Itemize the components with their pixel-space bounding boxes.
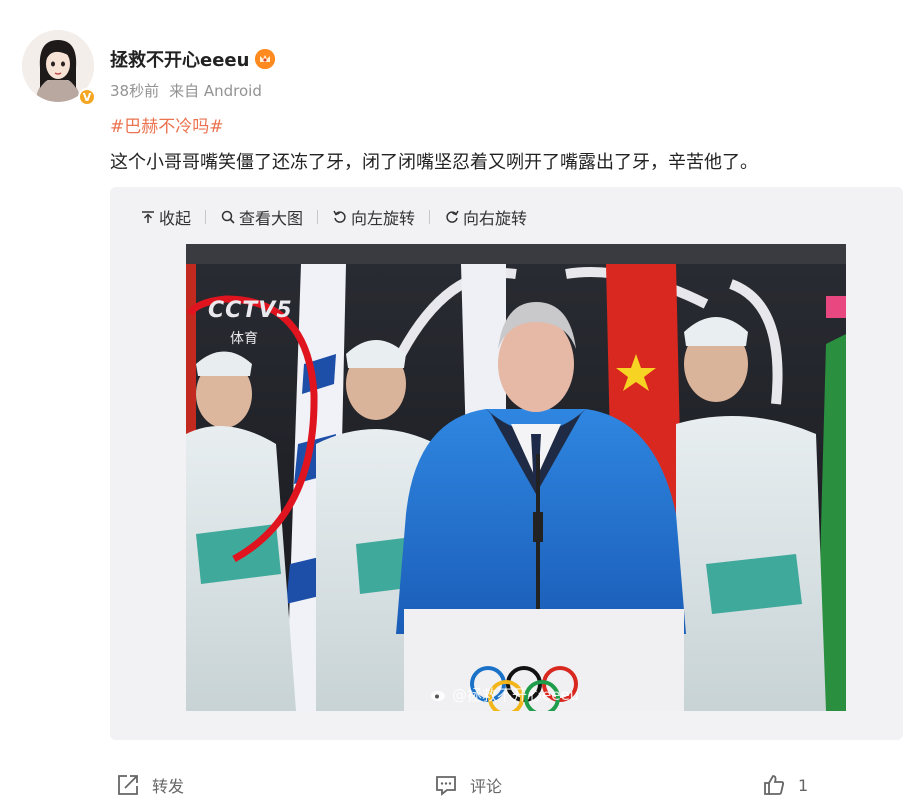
view-large-button[interactable]: 查看大图	[220, 205, 303, 229]
rotate-right-button[interactable]: 向右旋转	[444, 205, 527, 229]
collapse-icon	[142, 211, 154, 223]
weibo-logo-icon	[430, 688, 448, 702]
collapse-button[interactable]: 收起	[140, 205, 191, 229]
post-meta: 38秒前 来自 Android	[110, 80, 262, 101]
post-actions: 转发 评论 1	[0, 765, 903, 807]
crown-icon[interactable]	[255, 49, 276, 69]
channel-label: 体育	[230, 331, 258, 347]
post-source: 来自 Android	[169, 82, 262, 100]
toolbar-divider	[429, 210, 431, 224]
rotate-left-label: 向左旋转	[351, 209, 416, 228]
post-text: 这个小哥哥嘴笑僵了还冻了牙，闭了闭嘴坚忍着又咧开了嘴露出了牙，辛苦他了。	[110, 152, 758, 173]
like-button[interactable]: 1	[762, 773, 808, 797]
verified-badge-icon: V	[78, 88, 96, 106]
toolbar-divider	[317, 210, 319, 224]
comment-icon	[436, 776, 456, 796]
search-icon	[221, 210, 235, 224]
username[interactable]: 拯救不开心eeeu	[110, 46, 249, 72]
comment-button[interactable]: 评论	[434, 773, 502, 797]
rotate-right-icon	[446, 210, 459, 223]
hashtag-link[interactable]: #巴赫不冷吗#	[110, 112, 224, 137]
rotate-left-icon	[333, 210, 346, 223]
like-count: 1	[798, 775, 809, 795]
watermark-text: @拯救不开心eeeu	[452, 686, 580, 704]
repost-button[interactable]: 转发	[116, 773, 184, 797]
view-large-label: 查看大图	[239, 209, 304, 228]
repost-icon	[118, 775, 138, 795]
rotate-right-label: 向右旋转	[463, 209, 528, 228]
thumbs-up-icon	[764, 775, 785, 795]
repost-label: 转发	[152, 777, 185, 796]
image-toolbar: 收起 查看大图 向左旋转 向右旋转	[140, 205, 527, 229]
toolbar-divider	[205, 210, 207, 224]
username-row: 拯救不开心eeeu	[110, 46, 276, 72]
collapse-label: 收起	[159, 209, 192, 228]
comment-label: 评论	[470, 777, 503, 796]
photo-watermark: @拯救不开心eeeu	[430, 684, 579, 705]
post-photo[interactable]: CCTV5 体育 @拯救不开心eeeu	[186, 244, 846, 711]
rotate-left-button[interactable]: 向左旋转	[332, 205, 415, 229]
post-time[interactable]: 38秒前	[110, 80, 159, 101]
broadcaster-logo: CCTV5	[208, 298, 293, 323]
